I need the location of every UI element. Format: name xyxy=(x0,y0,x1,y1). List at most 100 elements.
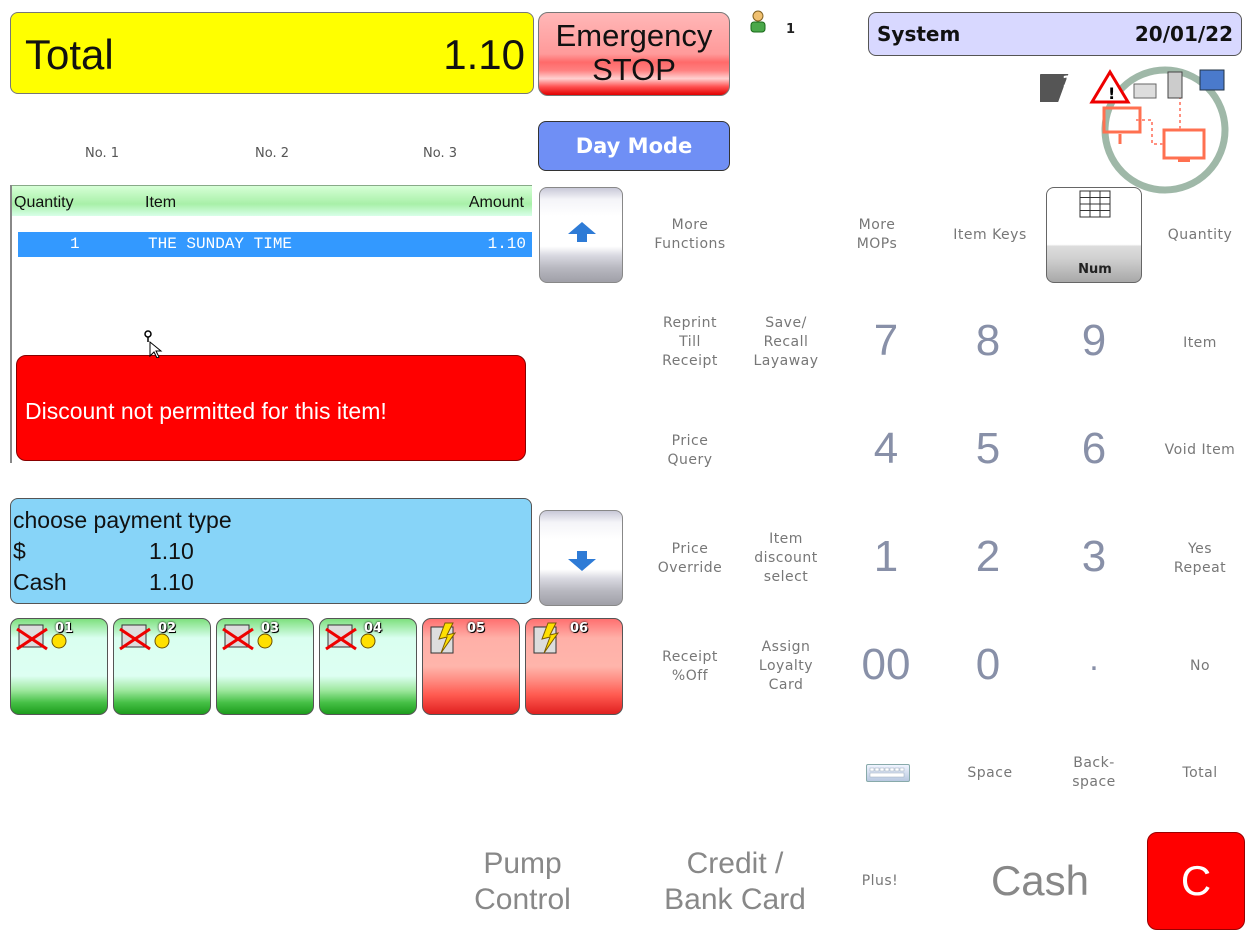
backspace-button[interactable]: Back- space xyxy=(1044,754,1144,792)
emergency-stop-line1: Emergency xyxy=(555,18,713,53)
pump-5[interactable]: 05 xyxy=(422,618,520,715)
item-discount-label: Item xyxy=(769,531,803,547)
pump-6[interactable]: 06 xyxy=(525,618,623,715)
payment-line-value: 1.10 xyxy=(149,538,194,564)
payment-panel: choose payment type $ 1.10 Cash 1.10 xyxy=(10,498,532,604)
backspace-label: Back- xyxy=(1073,755,1115,771)
cash-button[interactable]: Cash xyxy=(970,860,1110,902)
payment-prompt: choose payment type xyxy=(13,507,232,533)
more-functions-label: Functions xyxy=(654,236,726,252)
yes-repeat-label: Repeat xyxy=(1173,560,1227,576)
more-mops-button[interactable]: More MOPs xyxy=(842,216,912,254)
status-badge: 1 xyxy=(1062,72,1074,91)
yes-repeat-button[interactable]: Yes Repeat xyxy=(1150,540,1250,578)
more-functions-button[interactable]: More Functions xyxy=(640,216,740,254)
tab-no-3[interactable]: No. 3 xyxy=(380,146,500,161)
key-4[interactable]: 4 xyxy=(846,424,926,474)
key-2[interactable]: 2 xyxy=(948,532,1028,582)
scroll-up-button[interactable] xyxy=(539,187,623,283)
keyboard-button[interactable] xyxy=(866,764,910,782)
assign-loyalty-card-button[interactable]: Assign Loyalty Card xyxy=(736,638,836,695)
payment-line-value: 1.10 xyxy=(149,569,194,595)
pump-2[interactable]: 02 xyxy=(113,618,211,715)
pump-3[interactable]: 03 xyxy=(216,618,314,715)
system-bar[interactable]: System 20/01/22 xyxy=(868,12,1242,56)
price-query-label: Query xyxy=(667,452,713,468)
save-recall-label: Recall xyxy=(763,334,809,350)
numpad-icon xyxy=(1079,190,1111,218)
receipt-percent-off-button[interactable]: Receipt %Off xyxy=(640,648,740,686)
key-00[interactable]: 00 xyxy=(846,640,926,690)
key-5[interactable]: 5 xyxy=(948,424,1028,474)
credit-bank-card-button[interactable]: Credit / Bank Card xyxy=(640,846,830,918)
day-mode-button[interactable]: Day Mode xyxy=(538,121,730,171)
save-recall-layaway-button[interactable]: Save/ Recall Layaway xyxy=(736,314,836,371)
pump-number: 05 xyxy=(467,621,486,636)
void-item-button[interactable]: Void Item xyxy=(1150,441,1250,460)
header-item: Item xyxy=(145,194,177,211)
total-label: Total xyxy=(25,31,114,78)
price-override-button[interactable]: Price Override xyxy=(640,540,740,578)
operator-icon xyxy=(750,10,766,33)
payment-line-label: $ xyxy=(13,538,26,564)
pump-4[interactable]: 04 xyxy=(319,618,417,715)
receipt-off-label: %Off xyxy=(671,668,709,684)
tab-no-1[interactable]: No. 1 xyxy=(42,146,162,161)
tab-no-2[interactable]: No. 2 xyxy=(212,146,332,161)
credit-card-label: Bank Card xyxy=(664,883,806,916)
key-0[interactable]: 0 xyxy=(948,640,1028,690)
yes-repeat-label: Yes xyxy=(1187,541,1213,557)
plus-button[interactable]: Plus! xyxy=(850,872,910,891)
price-query-label: Price xyxy=(671,433,709,449)
more-functions-label: More xyxy=(671,217,709,233)
item-discount-select-button[interactable]: Item discount select xyxy=(736,530,836,587)
pump-control-label: Pump xyxy=(483,847,562,880)
quantity-button[interactable]: Quantity xyxy=(1150,226,1250,245)
reprint-label: Reprint xyxy=(662,315,718,331)
assign-loyalty-label: Loyalty xyxy=(758,658,814,674)
key-3[interactable]: 3 xyxy=(1054,532,1134,582)
key-9[interactable]: 9 xyxy=(1054,316,1134,366)
keyboard-icon xyxy=(869,767,905,778)
save-recall-label: Layaway xyxy=(753,353,819,369)
system-label: System xyxy=(877,22,961,46)
emergency-stop-button[interactable]: Emergency STOP xyxy=(538,12,730,96)
mouse-pointer-icon xyxy=(144,330,163,358)
assign-loyalty-label: Assign xyxy=(761,639,811,655)
pump-1[interactable]: 01 xyxy=(10,618,108,715)
num-pad-label: Num xyxy=(1078,262,1112,277)
header-amount: Amount xyxy=(468,194,524,211)
item-discount-label: discount xyxy=(754,550,818,566)
total-key-button[interactable]: Total xyxy=(1150,764,1250,783)
space-button[interactable]: Space xyxy=(940,764,1040,783)
key-7[interactable]: 7 xyxy=(846,316,926,366)
key-decimal[interactable]: . xyxy=(1054,640,1134,679)
credit-card-label: Credit / xyxy=(686,847,784,880)
reprint-label: Till xyxy=(679,334,701,350)
price-query-button[interactable]: Price Query xyxy=(640,432,740,470)
status-icons: 1 ! xyxy=(1040,64,1250,204)
item-keys-button[interactable]: Item Keys xyxy=(940,226,1040,245)
item-button[interactable]: Item xyxy=(1150,334,1250,353)
payment-line-label: Cash xyxy=(13,569,67,595)
key-8[interactable]: 8 xyxy=(948,316,1028,366)
pump-number: 06 xyxy=(570,621,589,636)
pump-control-label: Control xyxy=(474,883,571,916)
reprint-label: Receipt xyxy=(662,353,718,369)
clear-button[interactable]: C xyxy=(1147,832,1245,930)
key-1[interactable]: 1 xyxy=(846,532,926,582)
pump-number: 02 xyxy=(158,621,177,636)
error-message[interactable]: Discount not permitted for this item! xyxy=(16,355,526,461)
scroll-down-button[interactable] xyxy=(539,510,623,606)
warning-icon: ! xyxy=(1108,84,1116,103)
num-pad-button[interactable]: Num xyxy=(1046,187,1142,283)
pump-number: 03 xyxy=(261,621,280,636)
no-button[interactable]: No xyxy=(1150,657,1250,676)
reprint-receipt-button[interactable]: Reprint Till Receipt xyxy=(640,314,740,371)
list-item[interactable]: 1 THE SUNDAY TIME 1.10 xyxy=(18,232,532,257)
header-quantity: Quantity xyxy=(14,194,74,211)
key-6[interactable]: 6 xyxy=(1054,424,1134,474)
total-value: 1.10 xyxy=(443,31,525,78)
pump-control-button[interactable]: Pump Control xyxy=(450,846,595,918)
price-override-label: Override xyxy=(657,560,723,576)
